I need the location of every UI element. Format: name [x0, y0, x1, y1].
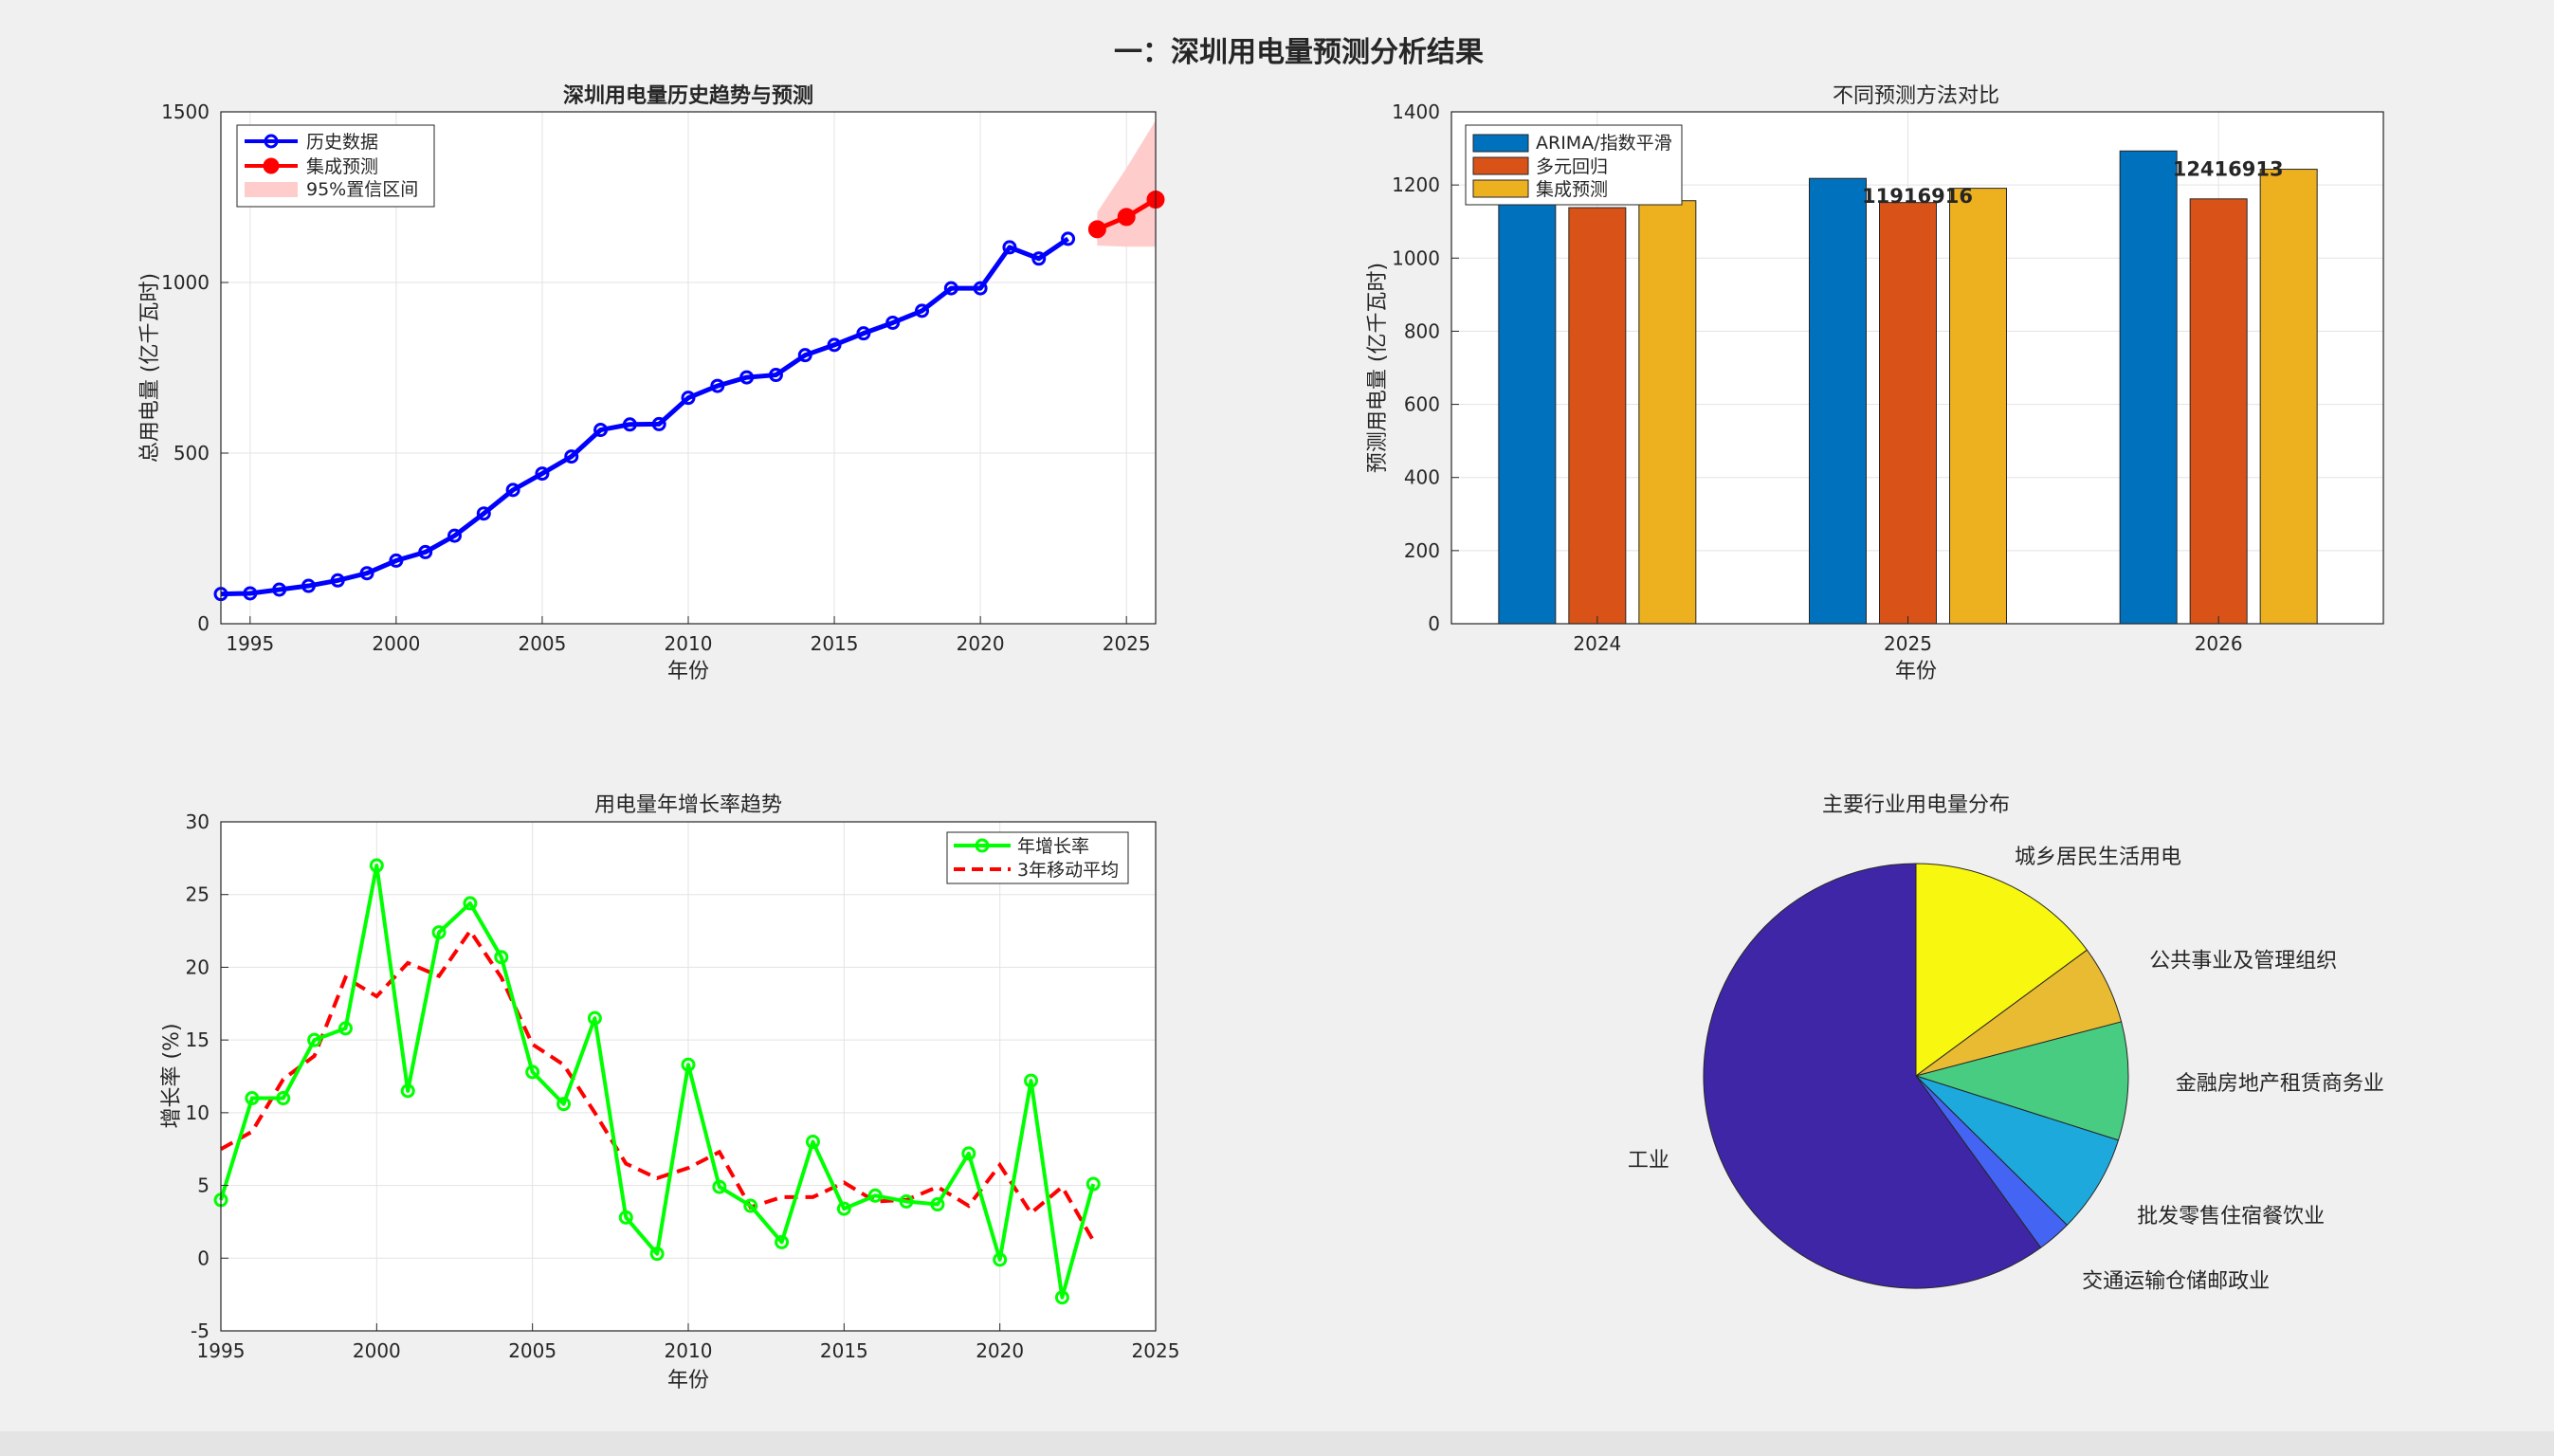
window-bottom-strip — [0, 1431, 2554, 1456]
chart2-xtick-label: 2025 — [1884, 632, 1932, 655]
growth-rate-chart: 用电量年增长率趋势 1995 2000 2005 2010 2015 2020 2025-5… — [160, 793, 1179, 1392]
bar-arima — [2119, 150, 2178, 625]
legend-label-growth: 年增长率 — [1017, 836, 1089, 857]
bar-arima — [1809, 177, 1867, 625]
bar-annotation: 11916916 — [1862, 185, 1973, 208]
chart1-ytick-label: 0 — [197, 612, 210, 635]
chart1-xtick-label: 2015 — [811, 632, 859, 655]
pie-label: 工业 — [1628, 1149, 1669, 1173]
chart2-xtick-label: 2024 — [1573, 632, 1621, 655]
legend-swatch-regression — [1472, 156, 1529, 175]
chart3-ylabel: 增长率 (%) — [160, 1023, 184, 1128]
legend-label-regression: 多元回归 — [1536, 156, 1608, 177]
chart1-xlabel: 年份 — [667, 660, 709, 683]
chart1-ytick-label: 1500 — [161, 100, 210, 123]
chart2-ytick-label: 600 — [1404, 393, 1440, 416]
chart3-xtick-label: 2015 — [820, 1339, 868, 1362]
pie-label: 城乡居民生活用电 — [2015, 846, 2181, 869]
legend-swatch-arima — [1472, 134, 1529, 153]
chart1-title: 深圳用电量历史趋势与预测 — [563, 83, 813, 108]
pie-label: 公共事业及管理组织 — [2149, 949, 2337, 973]
history-forecast-chart: 深圳用电量历史趋势与预测 1995 2000 2005 2010 2015 2020 202… — [138, 83, 1165, 683]
chart3-ytick-label: 20 — [186, 956, 210, 978]
chart2-title: 不同预测方法对比 — [1833, 84, 1999, 108]
chart1-ytick-label: 1000 — [161, 271, 210, 294]
chart3-ytick-label: 15 — [186, 1028, 210, 1051]
bar-regression — [1879, 202, 1937, 625]
chart2-ytick-label: 0 — [1428, 612, 1440, 635]
legend-label-forecast: 集成预测 — [306, 156, 378, 177]
chart3-xtick-label: 2010 — [665, 1339, 713, 1362]
chart1-ylabel: 总用电量 (亿千瓦时) — [138, 273, 162, 463]
chart3-xtick-label: 2025 — [1132, 1339, 1180, 1362]
chart2-xlabel: 年份 — [1895, 660, 1937, 683]
legend-marker-forecast — [263, 157, 280, 174]
chart2-ylabel: 预测用电量 (亿千瓦时) — [1366, 263, 1390, 473]
chart3-title: 用电量年增长率趋势 — [594, 793, 782, 817]
chart3-ytick-label: 0 — [197, 1247, 210, 1269]
chart1-xtick-label: 2025 — [1103, 632, 1151, 655]
legend-label-arima: ARIMA/指数平滑 — [1536, 133, 1672, 154]
chart3-xtick-label: 2000 — [353, 1339, 401, 1362]
bar-regression — [2189, 198, 2248, 625]
chart2-ytick-label: 1400 — [1392, 100, 1440, 123]
chart1-xtick-label: 2005 — [518, 632, 566, 655]
method-comparison-chart: 不同预测方法对比 0 200 400 600 800 1000 1200 1400 2024 20… — [1366, 84, 2384, 683]
pie-label: 金融房地产租赁商务业 — [2176, 1072, 2384, 1096]
chart1-xtick-label: 2010 — [665, 632, 713, 655]
legend-label-moving-average: 3年移动平均 — [1017, 860, 1119, 881]
chart3-ytick-label: 25 — [186, 883, 210, 906]
chart2-xtick-label: 2026 — [2195, 632, 2243, 655]
bar-ensemble — [2259, 169, 2318, 625]
chart3-xtick-label: 2020 — [976, 1339, 1024, 1362]
chart1-legend: 历史数据 集成预测 95%置信区间 — [236, 124, 435, 208]
chart3-legend: 年增长率 3年移动平均 — [946, 831, 1129, 884]
forecast-point — [1087, 220, 1106, 239]
pie-label: 批发零售住宿餐饮业 — [2137, 1205, 2325, 1228]
figure-title: 一：深圳用电量预测分析结果 — [1114, 36, 1484, 69]
legend-label-ensemble: 集成预测 — [1536, 179, 1608, 200]
chart3-xtick-label: 1995 — [197, 1339, 246, 1362]
chart2-ytick-label: 800 — [1404, 319, 1440, 342]
chart2-ytick-label: 1200 — [1392, 173, 1440, 196]
chart3-ytick-label: 10 — [186, 1101, 210, 1124]
chart1-ytick-label: 500 — [173, 442, 210, 464]
figure: 一：深圳用电量预测分析结果 深圳用电量历史趋势与预测 1995 2000 2005 2… — [138, 36, 2384, 1392]
bar-arima — [1498, 201, 1557, 625]
chart3-ytick-label: -5 — [191, 1320, 210, 1342]
chart1-xtick-label: 2020 — [957, 632, 1005, 655]
pie-label: 交通运输仓储邮政业 — [2082, 1269, 2270, 1293]
chart4-title: 主要行业用电量分布 — [1822, 793, 2010, 817]
bar-regression — [1568, 207, 1627, 625]
chart3-xlabel: 年份 — [667, 1369, 709, 1392]
forecast-point — [1117, 208, 1136, 227]
chart2-ytick-label: 1000 — [1392, 246, 1440, 269]
chart3-ytick-label: 30 — [186, 810, 210, 833]
chart2-legend: ARIMA/指数平滑 多元回归 集成预测 — [1465, 124, 1683, 206]
legend-label-band: 95%置信区间 — [306, 179, 418, 200]
legend-label-history: 历史数据 — [306, 132, 378, 153]
chart1-xtick-label: 1995 — [226, 632, 274, 655]
chart2-ytick-label: 200 — [1404, 539, 1440, 562]
chart2-ytick-label: 400 — [1404, 466, 1440, 489]
legend-swatch-ensemble — [1472, 179, 1529, 198]
chart3-xtick-label: 2005 — [508, 1339, 556, 1362]
bar-ensemble — [1949, 188, 2007, 625]
bar-ensemble — [1638, 200, 1697, 625]
chart1-xtick-label: 2000 — [372, 632, 420, 655]
bar-annotation: 12416913 — [2173, 157, 2284, 180]
legend-swatch-band — [245, 182, 298, 197]
chart3-ytick-label: 5 — [197, 1174, 210, 1197]
industry-share-pie-chart: 主要行业用电量分布 城乡居民生活用电公共事业及管理组织金融房地产租赁商务业批发零… — [1628, 793, 2384, 1293]
